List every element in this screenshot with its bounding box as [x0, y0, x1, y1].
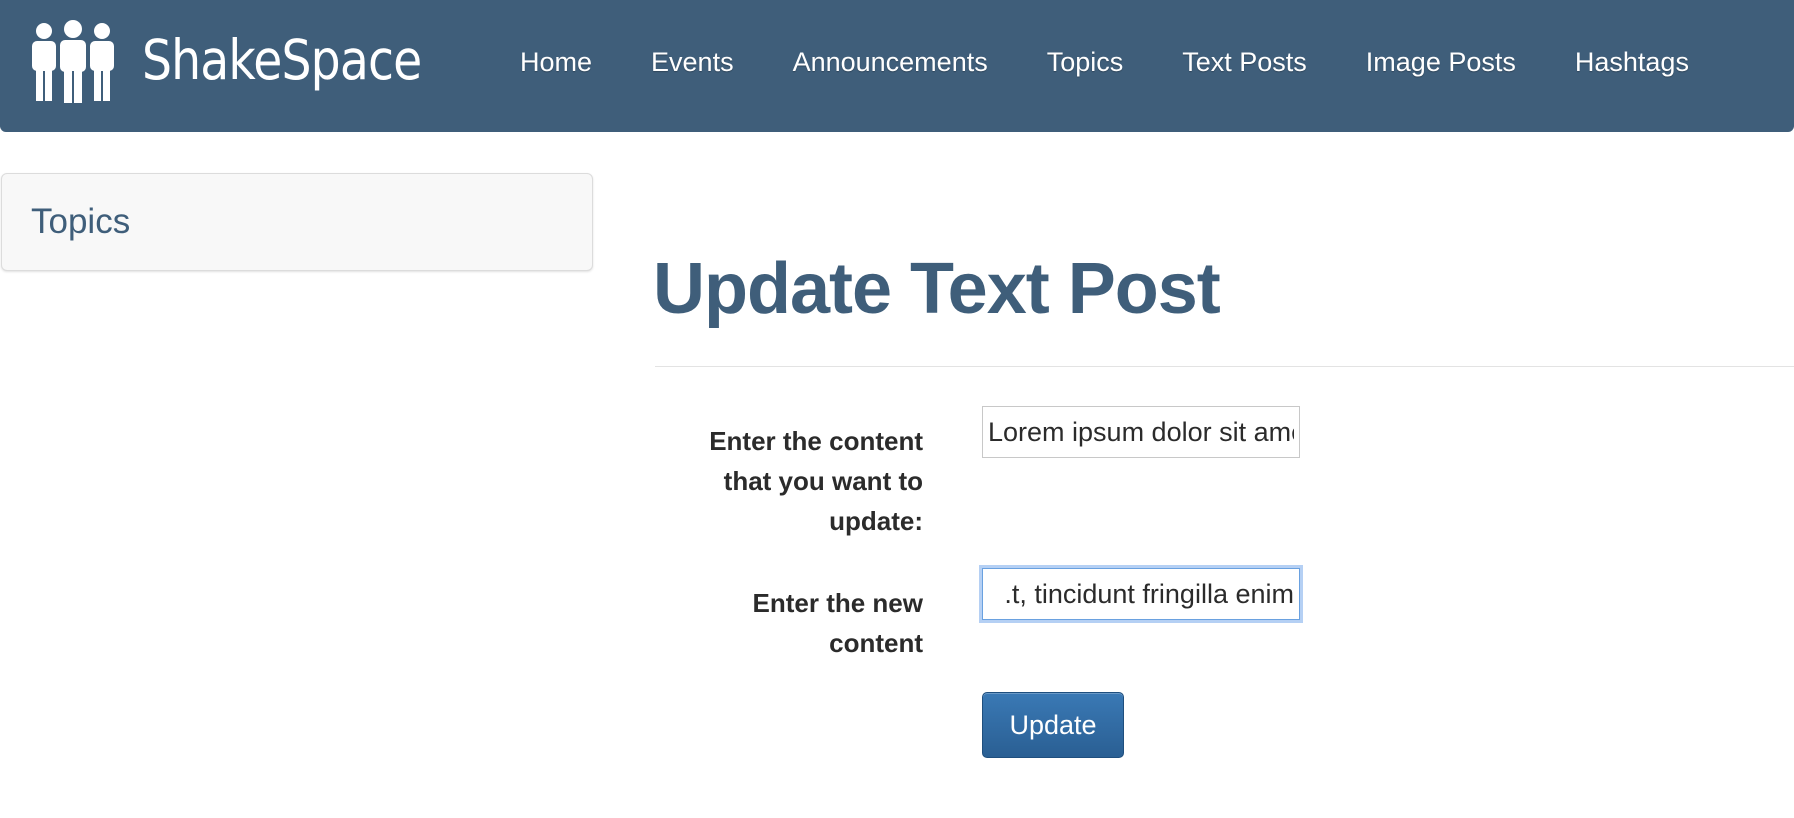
nav-link-topics[interactable]: Topics [1047, 47, 1124, 78]
nav-link-events[interactable]: Events [651, 47, 734, 78]
current-content-label: Enter the content that you want to updat… [709, 426, 923, 536]
sidebar-title[interactable]: Topics [31, 202, 130, 242]
new-content-input[interactable] [982, 568, 1300, 620]
current-content-input[interactable] [982, 406, 1300, 458]
sidebar-topics-panel: Topics [1, 173, 593, 271]
top-navbar: ShakeSpace Home Events Announcements Top… [0, 0, 1794, 132]
nav-link-image-posts[interactable]: Image Posts [1366, 47, 1516, 78]
brand-name: ShakeSpace [142, 28, 422, 92]
nav-link-home[interactable]: Home [520, 47, 592, 78]
nav-link-hashtags[interactable]: Hashtags [1575, 47, 1689, 78]
update-button[interactable]: Update [982, 692, 1124, 758]
title-divider [655, 366, 1794, 367]
nav-links: Home Events Announcements Topics Text Po… [520, 0, 1748, 124]
nav-link-text-posts[interactable]: Text Posts [1182, 47, 1307, 78]
brand[interactable]: ShakeSpace [30, 14, 467, 106]
people-group-icon [32, 20, 114, 103]
page-title: Update Text Post [653, 249, 1221, 329]
nav-link-announcements[interactable]: Announcements [793, 47, 988, 78]
new-content-label: Enter the new content [752, 588, 923, 658]
